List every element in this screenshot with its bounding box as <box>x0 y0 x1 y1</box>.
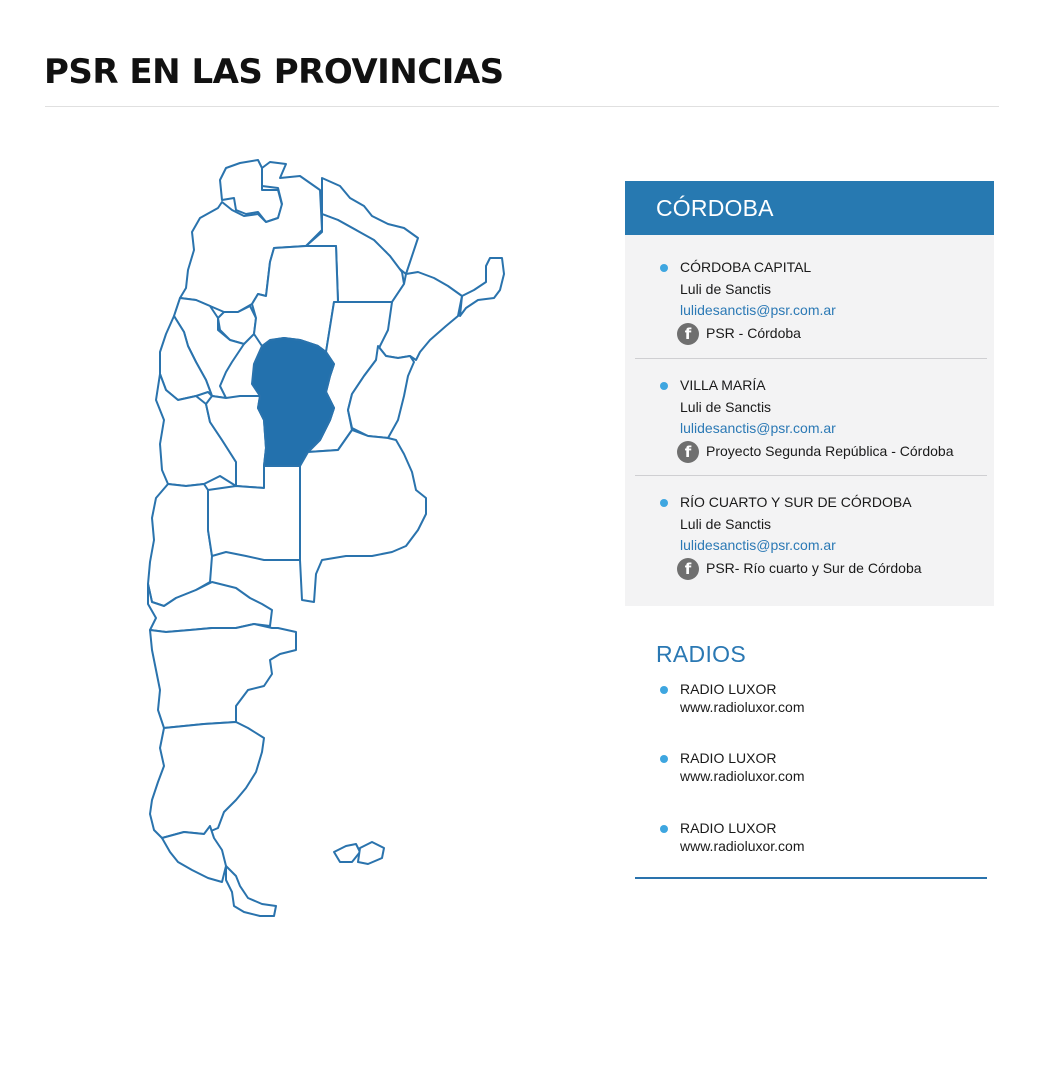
facebook-link[interactable]: PSR- Río cuarto y Sur de Córdoba <box>706 560 922 576</box>
contact-email-link[interactable]: lulidesanctis@psr.com.ar <box>680 302 836 318</box>
province-card-header: CÓRDOBA <box>625 181 994 235</box>
contact-location: CÓRDOBA CAPITAL <box>680 259 812 275</box>
contact-entry: VILLA MARÍA Luli de Sanctis lulidesancti… <box>635 359 987 475</box>
islands-malvinas-east <box>357 841 385 865</box>
bullet-icon <box>660 264 668 272</box>
contact-person: Luli de Sanctis <box>680 516 772 532</box>
radios-title: RADIOS <box>656 641 746 667</box>
title-divider <box>45 106 999 107</box>
contact-email-link[interactable]: lulidesanctis@psr.com.ar <box>680 537 836 553</box>
radio-item: RADIO LUXOR www.radioluxor.com <box>656 681 986 721</box>
radios-bottom-divider <box>635 877 987 879</box>
bullet-icon <box>660 382 668 390</box>
province-rionegro[interactable] <box>149 623 297 729</box>
contact-location: VILLA MARÍA <box>680 377 766 393</box>
province-santacruz[interactable] <box>161 825 227 883</box>
bullet-icon <box>660 686 668 694</box>
contact-entry: RÍO CUARTO Y SUR DE CÓRDOBA Luli de Sanc… <box>635 476 987 596</box>
contact-email-link[interactable]: lulidesanctis@psr.com.ar <box>680 420 836 436</box>
province-buenosaires[interactable] <box>299 429 427 603</box>
facebook-icon[interactable]: f <box>677 441 699 463</box>
radio-url-link[interactable]: www.radioluxor.com <box>680 768 805 784</box>
province-chubut[interactable] <box>149 721 265 839</box>
radio-url-link[interactable]: www.radioluxor.com <box>680 838 805 854</box>
facebook-link[interactable]: Proyecto Segunda República - Córdoba <box>706 443 954 459</box>
radio-item: RADIO LUXOR www.radioluxor.com <box>656 820 986 860</box>
page-title: PSR EN LAS PROVINCIAS <box>44 52 504 92</box>
bullet-icon <box>660 499 668 507</box>
bullet-icon <box>660 755 668 763</box>
argentina-map <box>140 150 520 930</box>
facebook-icon[interactable]: f <box>677 558 699 580</box>
facebook-icon[interactable]: f <box>677 323 699 345</box>
bullet-icon <box>660 825 668 833</box>
facebook-link[interactable]: PSR - Córdoba <box>706 325 801 341</box>
contact-location: RÍO CUARTO Y SUR DE CÓRDOBA <box>680 494 912 510</box>
radio-url-link[interactable]: www.radioluxor.com <box>680 699 805 715</box>
radio-item: RADIO LUXOR www.radioluxor.com <box>656 750 986 790</box>
contact-person: Luli de Sanctis <box>680 281 772 297</box>
radio-name: RADIO LUXOR <box>680 681 777 697</box>
contact-person: Luli de Sanctis <box>680 399 772 415</box>
province-tierradelfuego[interactable] <box>225 865 277 917</box>
province-misiones[interactable] <box>459 257 505 317</box>
islands-malvinas <box>333 843 361 863</box>
province-card: CÓRDOBA CÓRDOBA CAPITAL Luli de Sanctis … <box>625 181 994 606</box>
province-card-title: CÓRDOBA <box>656 195 774 221</box>
contact-entry: CÓRDOBA CAPITAL Luli de Sanctis lulidesa… <box>635 235 987 358</box>
radio-name: RADIO LUXOR <box>680 820 777 836</box>
radio-name: RADIO LUXOR <box>680 750 777 766</box>
